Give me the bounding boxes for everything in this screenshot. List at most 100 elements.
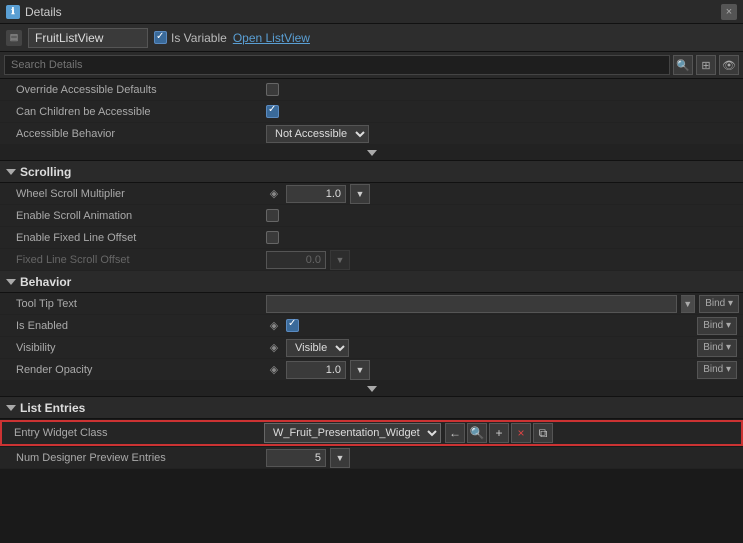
entry-widget-remove-btn[interactable]: × [511, 423, 531, 443]
toolbar: ▤ Is Variable Open ListView [0, 24, 743, 52]
is-variable-checkbox[interactable] [154, 31, 167, 44]
is-variable-text: Is Variable [171, 31, 227, 45]
widget-icon: ▤ [6, 30, 22, 46]
enable-scroll-animation-value [266, 209, 737, 222]
wheel-scroll-expand-btn[interactable]: ▼ [350, 184, 370, 204]
list-entries-section-title: List Entries [20, 401, 85, 415]
accessible-behavior-value: Not Accessible [266, 125, 737, 143]
enable-fixed-line-offset-row: Enable Fixed Line Offset [0, 227, 743, 249]
tool-tip-text-label: Tool Tip Text [16, 298, 266, 310]
tool-tip-text-row: Tool Tip Text ▼ Bind ▾ [0, 293, 743, 315]
is-enabled-label: Is Enabled [16, 320, 266, 332]
wheel-scroll-multiplier-value: ◈ ▼ [266, 184, 737, 204]
override-accessible-defaults-label: Override Accessible Defaults [16, 84, 266, 96]
details-icon: ℹ [6, 5, 20, 19]
visibility-select[interactable]: Visible [286, 339, 349, 357]
entry-widget-search-btn[interactable]: 🔍 [467, 423, 487, 443]
view-eye-button[interactable]: 👁 [719, 55, 739, 75]
scrolling-section-title: Scrolling [20, 165, 71, 179]
accessible-behavior-row: Accessible Behavior Not Accessible [0, 123, 743, 145]
collapse-arrow-1 [367, 150, 377, 156]
is-enabled-row: Is Enabled ◈ Bind ▾ [0, 315, 743, 337]
fixed-line-scroll-offset-input [266, 251, 326, 269]
entry-widget-class-row: Entry Widget Class W_Fruit_Presentation_… [0, 420, 743, 446]
can-children-accessible-checkbox[interactable] [266, 105, 279, 118]
is-enabled-bind-button[interactable]: Bind ▾ [697, 317, 737, 335]
wheel-scroll-multiplier-row: Wheel Scroll Multiplier ◈ ▼ [0, 183, 743, 205]
entry-widget-browse-btn[interactable]: ⧉ [533, 423, 553, 443]
tool-tip-bind-button[interactable]: Bind ▾ [699, 295, 739, 313]
entry-widget-class-label: Entry Widget Class [14, 427, 264, 439]
override-accessible-defaults-checkbox[interactable] [266, 83, 279, 96]
view-grid-button[interactable]: ⊞ [696, 55, 716, 75]
render-opacity-input[interactable] [286, 361, 346, 379]
behavior-collapse-icon [6, 279, 16, 285]
render-opacity-reset-icon[interactable]: ◈ [266, 363, 282, 376]
enable-fixed-line-offset-label: Enable Fixed Line Offset [16, 232, 266, 244]
list-entries-collapse-icon [6, 405, 16, 411]
entry-widget-icon-buttons: ← 🔍 + × ⧉ [445, 423, 553, 443]
visibility-label: Visibility [16, 342, 266, 354]
enable-scroll-animation-row: Enable Scroll Animation [0, 205, 743, 227]
override-accessible-defaults-value [266, 83, 737, 96]
fixed-line-expand-btn: ▼ [330, 250, 350, 270]
collapse-arrow-2 [367, 386, 377, 392]
wheel-scroll-multiplier-input[interactable] [286, 185, 346, 203]
open-listview-button[interactable]: Open ListView [233, 31, 310, 45]
wheel-scroll-multiplier-label: Wheel Scroll Multiplier [16, 188, 266, 200]
behavior-section-header[interactable]: Behavior [0, 271, 743, 293]
collapse-row-1[interactable] [0, 145, 743, 161]
num-designer-expand-btn[interactable]: ▼ [330, 448, 350, 468]
is-enabled-checkbox[interactable] [286, 319, 299, 332]
tool-tip-text-input[interactable] [266, 295, 677, 313]
variable-name-input[interactable] [28, 28, 148, 48]
title-bar-text: Details [25, 5, 721, 19]
wheel-scroll-reset-icon[interactable]: ◈ [266, 187, 282, 200]
entry-widget-class-select[interactable]: W_Fruit_Presentation_Widget [264, 423, 441, 443]
render-opacity-bind-button[interactable]: Bind ▾ [697, 361, 737, 379]
fixed-line-scroll-offset-label: Fixed Line Scroll Offset [16, 254, 266, 266]
scrolling-section-header[interactable]: Scrolling [0, 161, 743, 183]
enable-scroll-animation-label: Enable Scroll Animation [16, 210, 266, 222]
render-opacity-value: ◈ ▼ [266, 360, 693, 380]
num-designer-preview-value: ▼ [266, 448, 737, 468]
fixed-line-scroll-offset-value: ▼ [266, 250, 737, 270]
visibility-reset-icon[interactable]: ◈ [266, 341, 282, 354]
visibility-row: Visibility ◈ Visible Bind ▾ [0, 337, 743, 359]
num-designer-preview-input[interactable] [266, 449, 326, 467]
visibility-bind-button[interactable]: Bind ▾ [697, 339, 737, 357]
search-button[interactable]: 🔍 [673, 55, 693, 75]
entry-widget-arrow-left-btn[interactable]: ← [445, 423, 465, 443]
render-opacity-label: Render Opacity [16, 364, 266, 376]
is-enabled-value: ◈ [266, 319, 693, 332]
can-children-accessible-label: Can Children be Accessible [16, 106, 266, 118]
entry-widget-add-btn[interactable]: + [489, 423, 509, 443]
list-entries-section-header[interactable]: List Entries [0, 397, 743, 419]
collapse-row-2[interactable] [0, 381, 743, 397]
enable-scroll-animation-checkbox[interactable] [266, 209, 279, 222]
is-enabled-reset-icon[interactable]: ◈ [266, 319, 282, 332]
title-bar: ℹ Details × [0, 0, 743, 24]
render-opacity-expand-btn[interactable]: ▼ [350, 360, 370, 380]
tool-tip-dropdown-btn[interactable]: ▼ [681, 295, 695, 313]
can-children-accessible-row: Can Children be Accessible [0, 101, 743, 123]
entry-widget-class-controls: W_Fruit_Presentation_Widget ← 🔍 + × ⧉ [264, 423, 737, 443]
close-button[interactable]: × [721, 4, 737, 20]
num-designer-preview-row: Num Designer Preview Entries ▼ [0, 447, 743, 469]
render-opacity-row: Render Opacity ◈ ▼ Bind ▾ [0, 359, 743, 381]
override-accessible-defaults-row: Override Accessible Defaults [0, 79, 743, 101]
is-variable-label: Is Variable [154, 31, 227, 45]
scrolling-collapse-icon [6, 169, 16, 175]
enable-fixed-line-offset-checkbox[interactable] [266, 231, 279, 244]
enable-fixed-line-offset-value [266, 231, 737, 244]
tool-tip-text-value: ▼ [266, 295, 695, 313]
accessible-behavior-select[interactable]: Not Accessible [266, 125, 369, 143]
fixed-line-scroll-offset-row: Fixed Line Scroll Offset ▼ [0, 249, 743, 271]
entry-widget-class-inner: Entry Widget Class W_Fruit_Presentation_… [14, 423, 737, 443]
num-designer-preview-label: Num Designer Preview Entries [16, 452, 266, 464]
can-children-accessible-value [266, 105, 737, 118]
visibility-value: ◈ Visible [266, 339, 693, 357]
accessible-behavior-label: Accessible Behavior [16, 128, 266, 140]
behavior-section-title: Behavior [20, 275, 71, 289]
search-input[interactable] [4, 55, 670, 75]
